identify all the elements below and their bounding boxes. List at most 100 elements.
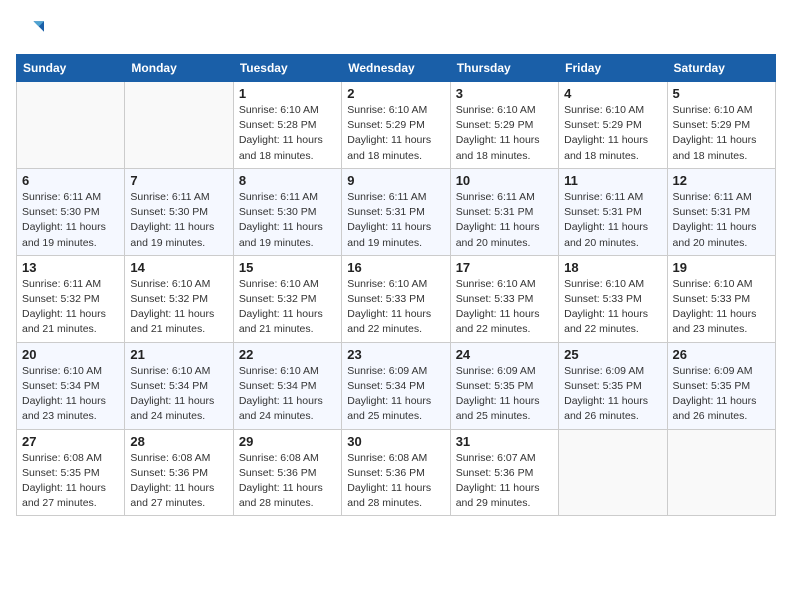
day-info: Sunrise: 6:10 AM Sunset: 5:33 PM Dayligh…: [456, 277, 553, 338]
day-number: 4: [564, 86, 661, 101]
day-number: 6: [22, 173, 119, 188]
calendar-cell: 24Sunrise: 6:09 AM Sunset: 5:35 PM Dayli…: [450, 342, 558, 429]
day-number: 5: [673, 86, 770, 101]
day-info: Sunrise: 6:11 AM Sunset: 5:31 PM Dayligh…: [673, 190, 770, 251]
calendar-cell: 1 Sunrise: 6:10 AM Sunset: 5:28 PM Daylig…: [233, 82, 341, 169]
calendar-week-3: 13Sunrise: 6:11 AM Sunset: 5:32 PM Dayli…: [17, 255, 776, 342]
day-info: Sunrise: 6:08 AM Sunset: 5:35 PM Dayligh…: [22, 451, 119, 512]
calendar-cell: 8 Sunrise: 6:11 AM Sunset: 5:30 PM Daylig…: [233, 168, 341, 255]
calendar-cell: 17 Sunrise: 6:10 AM Sunset: 5:33 PM Dayli…: [450, 255, 558, 342]
day-info: Sunrise: 6:10 AM Sunset: 5:29 PM Dayligh…: [564, 103, 661, 164]
logo: [16, 16, 48, 44]
day-info: Sunrise: 6:10 AM Sunset: 5:28 PM Dayligh…: [239, 103, 336, 164]
calendar-cell: 14 Sunrise: 6:10 AM Sunset: 5:32 PM Dayli…: [125, 255, 233, 342]
day-number: 24: [456, 347, 553, 362]
calendar-cell: 29 Sunrise: 6:08 AM Sunset: 5:36 PM Dayli…: [233, 429, 341, 516]
day-info: Sunrise: 6:10 AM Sunset: 5:34 PM Dayligh…: [239, 364, 336, 425]
day-number: 19: [673, 260, 770, 275]
weekday-header-thursday: Thursday: [450, 55, 558, 82]
calendar-cell: 3Sunrise: 6:10 AM Sunset: 5:29 PM Daylig…: [450, 82, 558, 169]
calendar-cell: 15Sunrise: 6:10 AM Sunset: 5:32 PM Dayli…: [233, 255, 341, 342]
calendar-cell: [667, 429, 775, 516]
weekday-header-monday: Monday: [125, 55, 233, 82]
calendar-cell: 23 Sunrise: 6:09 AM Sunset: 5:34 PM Dayli…: [342, 342, 450, 429]
day-number: 7: [130, 173, 227, 188]
calendar-cell: 21Sunrise: 6:10 AM Sunset: 5:34 PM Dayli…: [125, 342, 233, 429]
page-header: [16, 16, 776, 44]
day-number: 22: [239, 347, 336, 362]
day-number: 28: [130, 434, 227, 449]
day-info: Sunrise: 6:11 AM Sunset: 5:32 PM Dayligh…: [22, 277, 119, 338]
day-info: Sunrise: 6:07 AM Sunset: 5:36 PM Dayligh…: [456, 451, 553, 512]
calendar-cell: [125, 82, 233, 169]
day-number: 1: [239, 86, 336, 101]
day-info: Sunrise: 6:09 AM Sunset: 5:35 PM Dayligh…: [564, 364, 661, 425]
day-number: 2: [347, 86, 444, 101]
day-number: 8: [239, 173, 336, 188]
day-number: 25: [564, 347, 661, 362]
calendar-cell: 6 Sunrise: 6:11 AM Sunset: 5:30 PM Daylig…: [17, 168, 125, 255]
day-number: 15: [239, 260, 336, 275]
day-info: Sunrise: 6:11 AM Sunset: 5:30 PM Dayligh…: [239, 190, 336, 251]
calendar-cell: 28 Sunrise: 6:08 AM Sunset: 5:36 PM Dayli…: [125, 429, 233, 516]
day-info: Sunrise: 6:09 AM Sunset: 5:34 PM Dayligh…: [347, 364, 444, 425]
day-number: 16: [347, 260, 444, 275]
weekday-header-tuesday: Tuesday: [233, 55, 341, 82]
day-info: Sunrise: 6:08 AM Sunset: 5:36 PM Dayligh…: [239, 451, 336, 512]
calendar-cell: 13Sunrise: 6:11 AM Sunset: 5:32 PM Dayli…: [17, 255, 125, 342]
calendar-cell: 7 Sunrise: 6:11 AM Sunset: 5:30 PM Daylig…: [125, 168, 233, 255]
day-number: 23: [347, 347, 444, 362]
calendar-cell: 22 Sunrise: 6:10 AM Sunset: 5:34 PM Dayli…: [233, 342, 341, 429]
day-number: 11: [564, 173, 661, 188]
weekday-header-friday: Friday: [559, 55, 667, 82]
day-info: Sunrise: 6:10 AM Sunset: 5:34 PM Dayligh…: [22, 364, 119, 425]
weekday-header-saturday: Saturday: [667, 55, 775, 82]
logo-icon: [16, 16, 44, 44]
calendar-cell: 25 Sunrise: 6:09 AM Sunset: 5:35 PM Dayli…: [559, 342, 667, 429]
day-number: 18: [564, 260, 661, 275]
day-number: 21: [130, 347, 227, 362]
day-info: Sunrise: 6:11 AM Sunset: 5:31 PM Dayligh…: [564, 190, 661, 251]
calendar-cell: [17, 82, 125, 169]
day-info: Sunrise: 6:10 AM Sunset: 5:32 PM Dayligh…: [130, 277, 227, 338]
calendar-cell: 9 Sunrise: 6:11 AM Sunset: 5:31 PM Daylig…: [342, 168, 450, 255]
calendar-cell: 20 Sunrise: 6:10 AM Sunset: 5:34 PM Dayli…: [17, 342, 125, 429]
calendar-cell: 18 Sunrise: 6:10 AM Sunset: 5:33 PM Dayli…: [559, 255, 667, 342]
day-number: 9: [347, 173, 444, 188]
day-number: 31: [456, 434, 553, 449]
day-info: Sunrise: 6:10 AM Sunset: 5:33 PM Dayligh…: [564, 277, 661, 338]
calendar-cell: 30 Sunrise: 6:08 AM Sunset: 5:36 PM Dayli…: [342, 429, 450, 516]
day-number: 10: [456, 173, 553, 188]
calendar-cell: 4 Sunrise: 6:10 AM Sunset: 5:29 PM Daylig…: [559, 82, 667, 169]
calendar-cell: 5 Sunrise: 6:10 AM Sunset: 5:29 PM Daylig…: [667, 82, 775, 169]
calendar-cell: 11 Sunrise: 6:11 AM Sunset: 5:31 PM Dayli…: [559, 168, 667, 255]
calendar-cell: 27 Sunrise: 6:08 AM Sunset: 5:35 PM Dayli…: [17, 429, 125, 516]
calendar-cell: 10 Sunrise: 6:11 AM Sunset: 5:31 PM Dayli…: [450, 168, 558, 255]
day-info: Sunrise: 6:10 AM Sunset: 5:33 PM Dayligh…: [347, 277, 444, 338]
day-number: 20: [22, 347, 119, 362]
day-number: 27: [22, 434, 119, 449]
calendar-week-2: 6 Sunrise: 6:11 AM Sunset: 5:30 PM Daylig…: [17, 168, 776, 255]
day-info: Sunrise: 6:08 AM Sunset: 5:36 PM Dayligh…: [347, 451, 444, 512]
day-info: Sunrise: 6:11 AM Sunset: 5:31 PM Dayligh…: [347, 190, 444, 251]
calendar-cell: 19Sunrise: 6:10 AM Sunset: 5:33 PM Dayli…: [667, 255, 775, 342]
day-number: 17: [456, 260, 553, 275]
day-info: Sunrise: 6:11 AM Sunset: 5:31 PM Dayligh…: [456, 190, 553, 251]
day-number: 30: [347, 434, 444, 449]
calendar-cell: 26Sunrise: 6:09 AM Sunset: 5:35 PM Dayli…: [667, 342, 775, 429]
calendar-cell: 2 Sunrise: 6:10 AM Sunset: 5:29 PM Daylig…: [342, 82, 450, 169]
day-info: Sunrise: 6:11 AM Sunset: 5:30 PM Dayligh…: [130, 190, 227, 251]
day-info: Sunrise: 6:08 AM Sunset: 5:36 PM Dayligh…: [130, 451, 227, 512]
calendar-cell: 16 Sunrise: 6:10 AM Sunset: 5:33 PM Dayli…: [342, 255, 450, 342]
day-info: Sunrise: 6:11 AM Sunset: 5:30 PM Dayligh…: [22, 190, 119, 251]
calendar-cell: [559, 429, 667, 516]
calendar-week-5: 27 Sunrise: 6:08 AM Sunset: 5:35 PM Dayli…: [17, 429, 776, 516]
day-number: 14: [130, 260, 227, 275]
day-info: Sunrise: 6:10 AM Sunset: 5:29 PM Dayligh…: [673, 103, 770, 164]
calendar-cell: 31 Sunrise: 6:07 AM Sunset: 5:36 PM Dayli…: [450, 429, 558, 516]
calendar-table: SundayMondayTuesdayWednesdayThursdayFrid…: [16, 54, 776, 516]
day-number: 3: [456, 86, 553, 101]
day-info: Sunrise: 6:10 AM Sunset: 5:29 PM Dayligh…: [347, 103, 444, 164]
day-number: 29: [239, 434, 336, 449]
weekday-header-sunday: Sunday: [17, 55, 125, 82]
